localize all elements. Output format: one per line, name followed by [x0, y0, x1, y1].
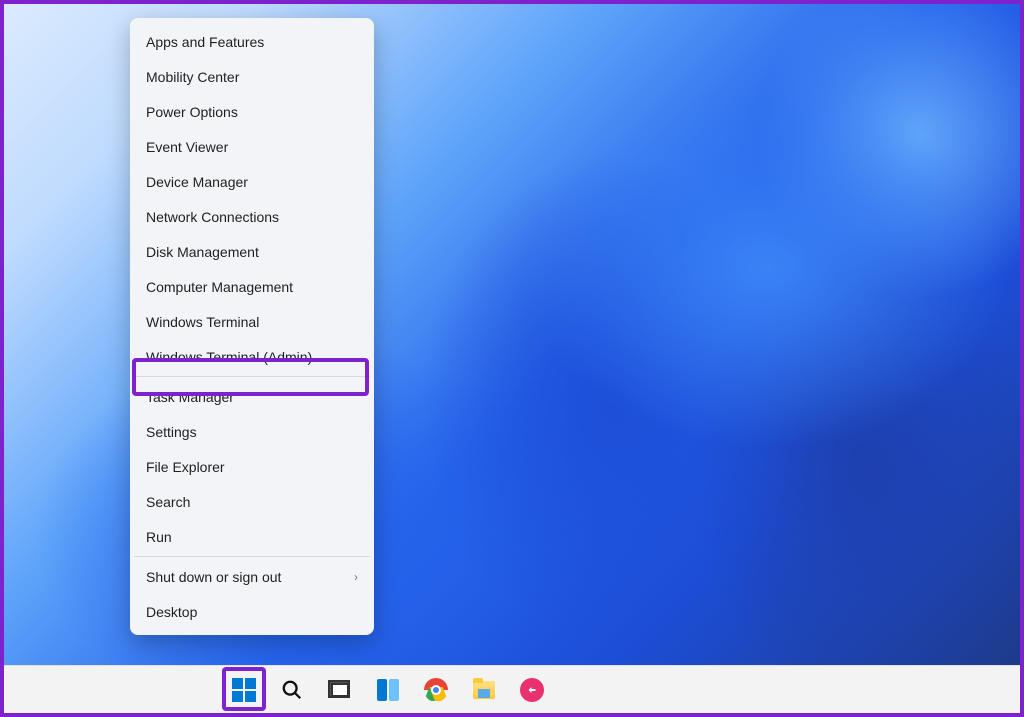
start-button[interactable]: [226, 672, 262, 708]
menu-apps-features[interactable]: Apps and Features: [130, 24, 374, 59]
menu-item-label: File Explorer: [146, 459, 225, 475]
pink-app[interactable]: [514, 672, 550, 708]
windows-logo-icon: [232, 678, 256, 702]
menu-item-label: Run: [146, 529, 172, 545]
menu-item-label: Apps and Features: [146, 34, 264, 50]
menu-settings[interactable]: Settings: [130, 414, 374, 449]
menu-mobility-center[interactable]: Mobility Center: [130, 59, 374, 94]
search-icon: [281, 679, 303, 701]
chrome-app[interactable]: [418, 672, 454, 708]
menu-separator: [134, 556, 370, 557]
menu-network-connections[interactable]: Network Connections: [130, 199, 374, 234]
chrome-icon: [424, 678, 448, 702]
menu-item-label: Computer Management: [146, 279, 293, 295]
menu-item-label: Event Viewer: [146, 139, 228, 155]
task-view-button[interactable]: [322, 672, 358, 708]
menu-item-label: Mobility Center: [146, 69, 239, 85]
menu-desktop[interactable]: Desktop: [130, 594, 374, 629]
menu-event-viewer[interactable]: Event Viewer: [130, 129, 374, 164]
menu-item-label: Windows Terminal: [146, 314, 259, 330]
menu-item-label: Device Manager: [146, 174, 248, 190]
menu-task-manager[interactable]: Task Manager: [130, 379, 374, 414]
menu-item-label: Desktop: [146, 604, 197, 620]
file-explorer-app[interactable]: [466, 672, 502, 708]
pink-app-icon: [520, 678, 544, 702]
menu-file-explorer[interactable]: File Explorer: [130, 449, 374, 484]
menu-separator: [134, 376, 370, 377]
menu-item-label: Windows Terminal (Admin): [146, 349, 312, 365]
menu-device-manager[interactable]: Device Manager: [130, 164, 374, 199]
menu-power-options[interactable]: Power Options: [130, 94, 374, 129]
power-user-menu: Apps and Features Mobility Center Power Op…: [130, 18, 374, 635]
widgets-button[interactable]: [370, 672, 406, 708]
menu-item-label: Network Connections: [146, 209, 279, 225]
menu-computer-management[interactable]: Computer Management: [130, 269, 374, 304]
menu-shutdown-signout[interactable]: Shut down or sign out ›: [130, 559, 374, 594]
taskbar: [4, 665, 1020, 713]
menu-search[interactable]: Search: [130, 484, 374, 519]
search-button[interactable]: [274, 672, 310, 708]
menu-windows-terminal-admin[interactable]: Windows Terminal (Admin): [130, 339, 374, 374]
menu-item-label: Power Options: [146, 104, 238, 120]
menu-item-label: Shut down or sign out: [146, 569, 281, 585]
widgets-icon: [377, 679, 399, 701]
menu-windows-terminal[interactable]: Windows Terminal: [130, 304, 374, 339]
menu-item-label: Task Manager: [146, 389, 234, 405]
chevron-right-icon: ›: [354, 570, 358, 584]
menu-item-label: Settings: [146, 424, 197, 440]
menu-run[interactable]: Run: [130, 519, 374, 554]
task-view-icon: [329, 679, 351, 701]
menu-disk-management[interactable]: Disk Management: [130, 234, 374, 269]
file-explorer-icon: [473, 681, 495, 699]
menu-item-label: Disk Management: [146, 244, 259, 260]
menu-item-label: Search: [146, 494, 190, 510]
